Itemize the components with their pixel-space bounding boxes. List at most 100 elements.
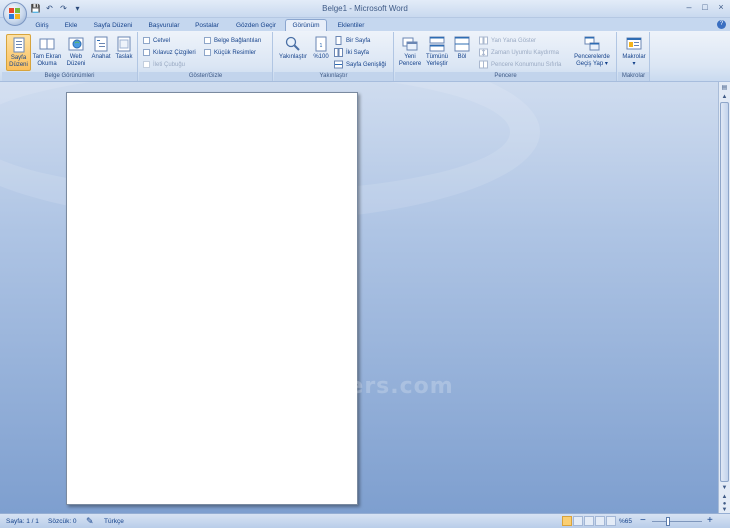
page-count[interactable]: Sayfa: 1 / 1 <box>6 518 39 525</box>
kilavuz-label: Kılavuz Çizgileri <box>153 49 196 56</box>
sayfa-genisligi-label: Sayfa Genişliği <box>346 61 387 68</box>
arrange-all-icon <box>429 36 445 52</box>
yeni-pencere-label2: Pencere <box>398 61 422 67</box>
draft-icon <box>117 36 131 52</box>
tam-ekran-label1: Tam Ekran <box>32 54 62 60</box>
cetvel-check[interactable] <box>143 37 150 44</box>
macros-icon <box>626 37 642 50</box>
yeni-pencere-button[interactable]: Yeni Pencere <box>397 34 423 71</box>
zoom-slider-thumb[interactable] <box>666 517 670 526</box>
switch-windows-icon <box>584 36 600 51</box>
group-label-goster-gizle: Göster/Gizle <box>139 72 272 81</box>
reset-window-icon <box>479 60 488 69</box>
makrolar-button[interactable]: Makrolar ▾ <box>620 34 648 71</box>
tam-ekran-label2: Okuma <box>37 61 57 67</box>
taslak-button[interactable]: Taslak <box>113 34 135 71</box>
kucuk-resimler-checkbox[interactable]: Küçük Resimler <box>204 47 256 58</box>
ileti-cubugu-checkbox: İleti Çubuğu <box>143 59 185 70</box>
view-web-button[interactable] <box>584 516 594 526</box>
makrolar-arrow: ▾ <box>632 61 636 67</box>
word-count[interactable]: Sözcük: 0 <box>48 518 77 525</box>
zoom-out-button[interactable]: − <box>640 515 646 526</box>
group-belge-gorunumleri: Sayfa Düzeni Tam Ekran Okuma Web Düzeni … <box>2 32 138 81</box>
print-layout-icon <box>13 37 24 53</box>
full-screen-reading-icon <box>39 38 55 50</box>
yakinlastir-button[interactable]: Yakınlaştır <box>276 34 310 71</box>
yeni-pencere-label1: Yeni <box>404 54 416 60</box>
view-outline-button[interactable] <box>595 516 605 526</box>
iki-sayfa-button[interactable]: İki Sayfa <box>334 47 369 58</box>
kucuk-check[interactable] <box>204 49 211 56</box>
group-pencere: Yeni Pencere Tümünü Yerleştir Böl Yan Ya… <box>395 32 617 81</box>
group-goster-gizle: Cetvel Kılavuz Çizgileri İleti Çubuğu Be… <box>139 32 273 81</box>
view-print-layout-button[interactable] <box>562 516 572 526</box>
watermark-text: www.dijitaders.com <box>190 374 454 399</box>
maximize-button[interactable]: □ <box>700 2 710 12</box>
yan-yana-label: Yan Yana Göster <box>491 37 537 44</box>
bir-sayfa-label: Bir Sayfa <box>346 37 371 44</box>
belge-bag-label: Belge Bağlantıları <box>214 37 262 44</box>
window-title: Belge1 - Microsoft Word <box>322 4 408 13</box>
tumunu-label2: Yerleştir <box>426 61 448 67</box>
zoom-level[interactable]: %65 <box>619 518 632 525</box>
synchronous-scroll-icon <box>479 48 488 57</box>
bol-label: Böl <box>457 54 467 60</box>
side-by-side-icon <box>479 36 488 45</box>
zoom-in-button[interactable]: + <box>707 515 713 526</box>
view-buttons <box>562 516 616 526</box>
window-controls: – □ × <box>684 2 726 12</box>
sayfa-duzeni-button[interactable]: Sayfa Düzeni <box>6 34 31 71</box>
document-page[interactable] <box>66 92 358 505</box>
cetvel-label: Cetvel <box>153 37 171 44</box>
tumunu-yerlestir-button[interactable]: Tümünü Yerleştir <box>424 34 450 71</box>
belge-baglantilari-checkbox[interactable]: Belge Bağlantıları <box>204 35 261 46</box>
tam-ekran-okuma-button[interactable]: Tam Ekran Okuma <box>32 34 62 71</box>
tab-ekle[interactable]: Ekle <box>58 19 84 31</box>
view-draft-button[interactable] <box>606 516 616 526</box>
web-duzeni-button[interactable]: Web Düzeni <box>64 34 88 71</box>
view-full-screen-button[interactable] <box>573 516 583 526</box>
sayfa-genisligi-button[interactable]: Sayfa Genişliği <box>334 59 386 70</box>
sayfa-duzeni-label1: Sayfa <box>10 55 27 61</box>
group-yakinlastir: Yakınlaştır 1 %100 Bir Sayfa İki Sayfa S… <box>274 32 394 81</box>
tab-postalar[interactable]: Postalar <box>190 19 224 31</box>
help-icon[interactable]: ? <box>717 20 726 29</box>
office-button[interactable] <box>3 2 27 26</box>
yakinlastir-label: Yakınlaştır <box>279 54 307 60</box>
cetvel-checkbox[interactable]: Cetvel <box>143 35 170 46</box>
scroll-thumb[interactable] <box>720 102 729 482</box>
bol-button[interactable]: Böl <box>452 34 472 71</box>
close-button[interactable]: × <box>716 2 726 12</box>
status-bar: Sayfa: 1 / 1 Sözcük: 0 ✎ Türkçe %65 − + <box>0 513 730 528</box>
scroll-down-button[interactable]: ▼ <box>720 484 729 493</box>
svg-text:1: 1 <box>319 43 322 49</box>
belge-bag-check[interactable] <box>204 37 211 44</box>
zoom-100-button[interactable]: 1 %100 <box>311 34 331 71</box>
ruler-toggle-icon[interactable]: ▤ <box>720 84 729 93</box>
outline-icon <box>94 36 108 52</box>
zoom-slider[interactable] <box>652 521 702 522</box>
tab-sayfa-duzeni[interactable]: Sayfa Düzeni <box>88 19 138 31</box>
office-logo-icon <box>9 8 21 20</box>
language-indicator[interactable]: Türkçe <box>104 518 124 525</box>
zaman-label: Zaman Uyumlu Kaydırma <box>491 49 560 56</box>
tab-basvurular[interactable]: Başvurular <box>143 19 185 31</box>
tab-eklentiler[interactable]: Eklentiler <box>332 19 370 31</box>
kilavuz-checkbox[interactable]: Kılavuz Çizgileri <box>143 47 196 58</box>
kilavuz-check[interactable] <box>143 49 150 56</box>
split-icon <box>454 36 470 52</box>
pencere-konumu-button: Pencere Konumunu Sıfırla <box>479 59 561 70</box>
tab-giris[interactable]: Giriş <box>30 19 54 31</box>
minimize-button[interactable]: – <box>684 2 694 12</box>
proofing-icon[interactable]: ✎ <box>86 516 94 527</box>
scroll-up-button[interactable]: ▲ <box>720 93 729 102</box>
anahat-button[interactable]: Anahat <box>89 34 113 71</box>
group-label-yakinlastir: Yakınlaştır <box>274 72 393 81</box>
pencerelerde-gecis-button[interactable]: Pencerelerde Geçiş Yap ▾ <box>571 34 613 71</box>
bir-sayfa-button[interactable]: Bir Sayfa <box>334 35 370 46</box>
ileti-label: İleti Çubuğu <box>153 61 186 68</box>
tab-gorunum[interactable]: Görünüm <box>285 19 327 31</box>
tab-gozden-gecir[interactable]: Gözden Geçir <box>230 19 282 31</box>
one-page-icon <box>335 36 342 45</box>
vertical-scrollbar[interactable]: ▤ ▲ ▼ ▲ ● ▼ <box>718 82 730 513</box>
